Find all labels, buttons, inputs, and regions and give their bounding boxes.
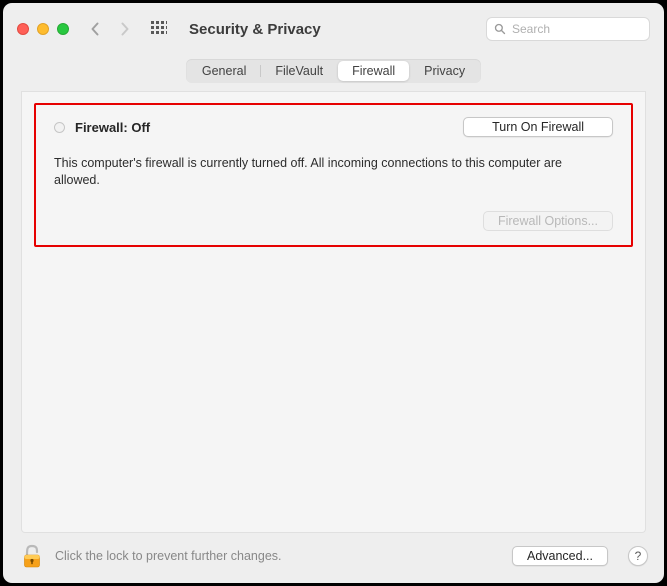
back-button[interactable] bbox=[89, 22, 101, 36]
tab-filevault[interactable]: FileVault bbox=[261, 61, 337, 81]
tab-firewall[interactable]: Firewall bbox=[338, 61, 409, 81]
search-field[interactable] bbox=[486, 17, 650, 41]
search-input[interactable] bbox=[512, 22, 642, 36]
content-pane: Firewall: Off Turn On Firewall This comp… bbox=[21, 91, 646, 533]
lock-hint-text: Click the lock to prevent further change… bbox=[55, 549, 500, 563]
preferences-window: Security & Privacy General FileVault Fir… bbox=[3, 3, 664, 583]
fullscreen-window-button[interactable] bbox=[57, 23, 69, 35]
tab-bar: General FileVault Firewall Privacy bbox=[186, 59, 481, 83]
minimize-window-button[interactable] bbox=[37, 23, 49, 35]
search-icon bbox=[494, 23, 506, 35]
show-all-prefs-icon[interactable] bbox=[151, 21, 167, 37]
firewall-status-indicator-icon bbox=[54, 122, 65, 133]
firewall-status-label: Firewall: Off bbox=[75, 120, 150, 135]
firewall-status-panel: Firewall: Off Turn On Firewall This comp… bbox=[34, 103, 633, 247]
tab-privacy[interactable]: Privacy bbox=[410, 61, 479, 81]
footer: Click the lock to prevent further change… bbox=[3, 533, 664, 583]
turn-on-firewall-button[interactable]: Turn On Firewall bbox=[463, 117, 613, 137]
page-title: Security & Privacy bbox=[189, 21, 321, 38]
toolbar: Security & Privacy bbox=[3, 3, 664, 53]
forward-button[interactable] bbox=[119, 22, 131, 36]
firewall-options-button: Firewall Options... bbox=[483, 211, 613, 231]
firewall-description: This computer's firewall is currently tu… bbox=[54, 155, 584, 189]
window-controls bbox=[17, 23, 69, 35]
lock-icon[interactable] bbox=[21, 543, 43, 569]
help-button[interactable]: ? bbox=[628, 546, 648, 566]
close-window-button[interactable] bbox=[17, 23, 29, 35]
advanced-button[interactable]: Advanced... bbox=[512, 546, 608, 566]
tab-general[interactable]: General bbox=[188, 61, 260, 81]
